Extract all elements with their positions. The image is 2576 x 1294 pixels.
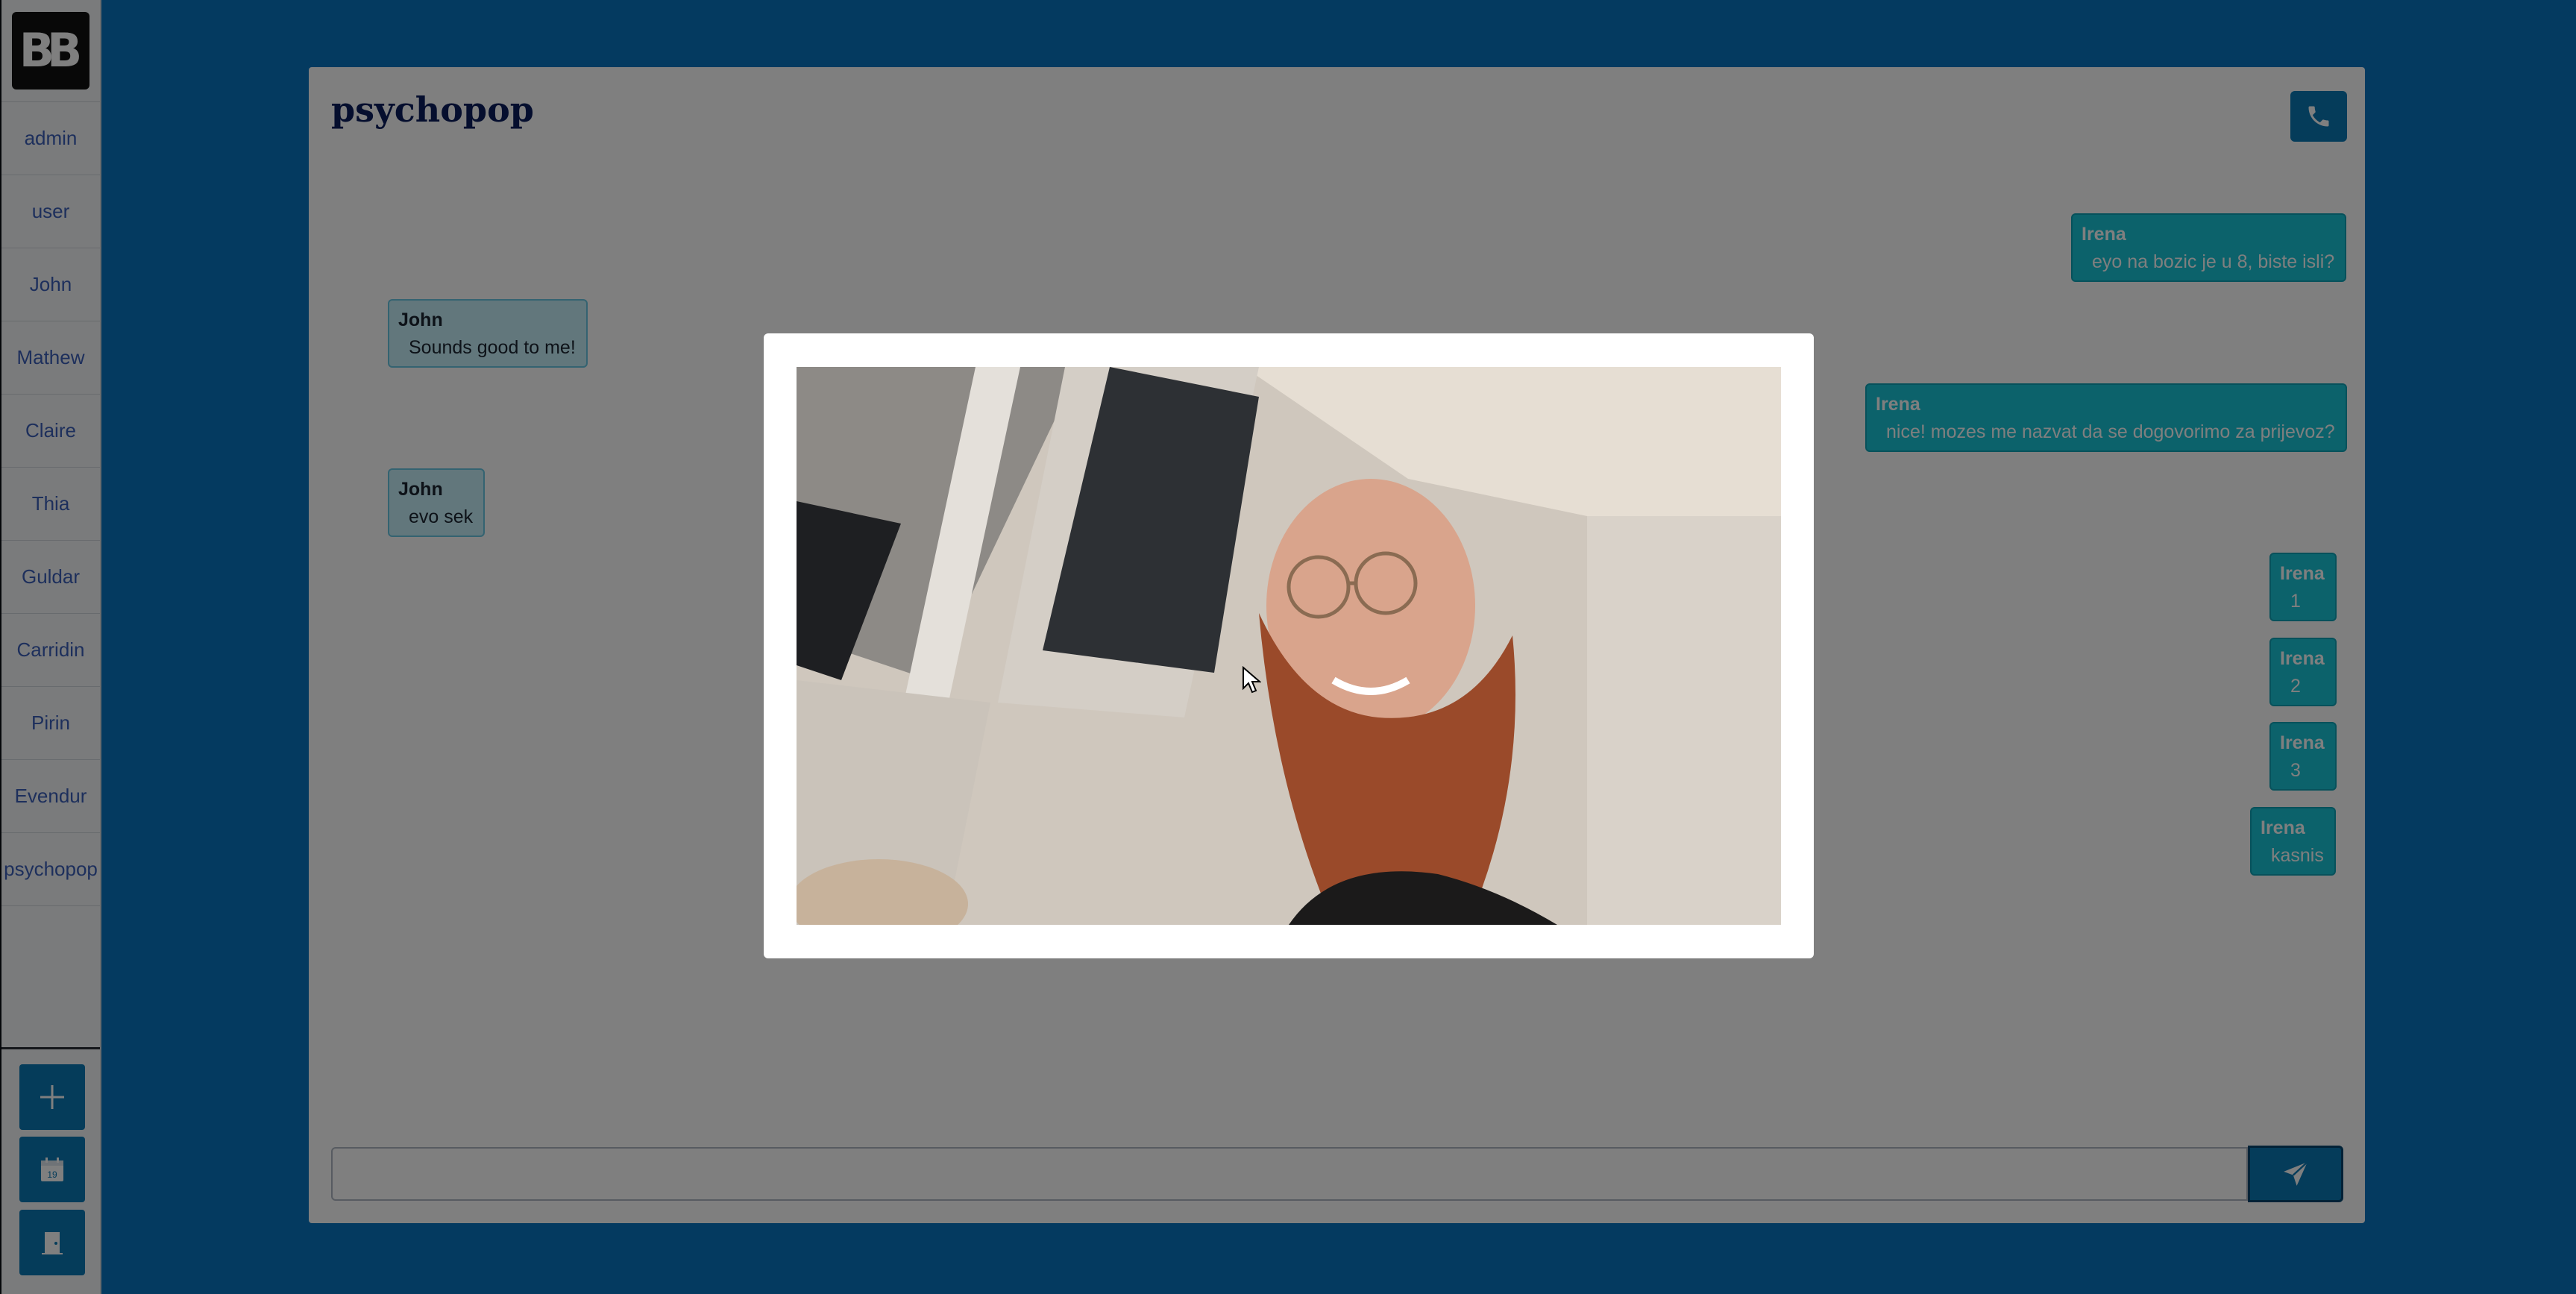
- camera-video-feed: [797, 367, 1781, 925]
- video-call-modal: [764, 333, 1814, 958]
- video-frame: [797, 367, 1781, 925]
- mouse-cursor-icon: [1243, 666, 1261, 694]
- app-window: BB admin user John Mathew Claire Thia Gu…: [0, 0, 2576, 1294]
